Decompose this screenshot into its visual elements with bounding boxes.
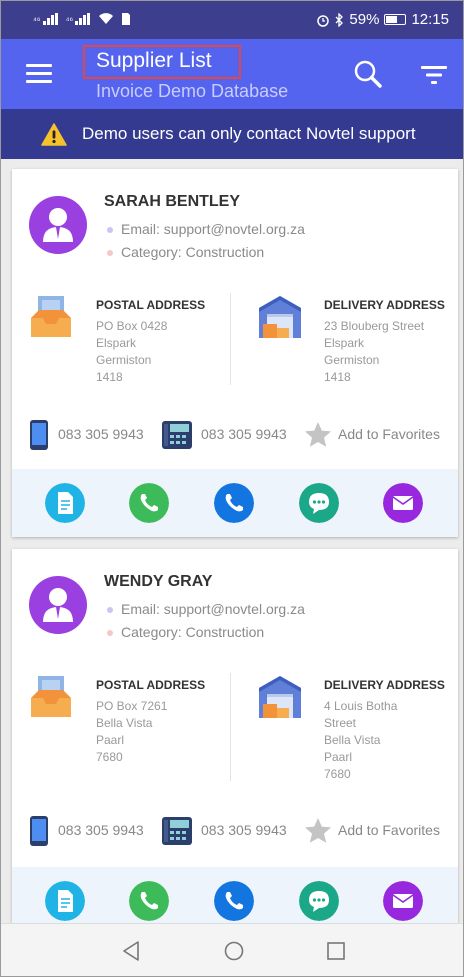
star-icon[interactable] bbox=[304, 817, 332, 845]
person-avatar-icon bbox=[29, 576, 87, 634]
warning-icon bbox=[41, 123, 67, 146]
back-icon[interactable] bbox=[122, 941, 140, 961]
home-icon[interactable] bbox=[224, 941, 244, 961]
inbox-tray-icon bbox=[31, 296, 71, 337]
mobile-phone-icon bbox=[30, 420, 48, 450]
desk-phone-icon bbox=[162, 421, 192, 449]
demo-banner: Demo users can only contact Novtel suppo… bbox=[1, 109, 463, 159]
add-to-favorites[interactable]: Add to Favorites bbox=[338, 426, 440, 442]
delivery-address: 4 Louis Botha Street Bella Vista Paarl 7… bbox=[324, 699, 398, 781]
warehouse-icon bbox=[259, 296, 301, 338]
postal-address-title: POSTAL ADDRESS bbox=[96, 678, 206, 692]
supplier-name: SARAH BENTLEY bbox=[104, 193, 241, 210]
landline-number[interactable]: 083 305 9943 bbox=[201, 426, 287, 442]
postal-address: PO Box 7261 Bella Vista Paarl 7680 bbox=[96, 699, 168, 764]
document-icon[interactable] bbox=[45, 483, 85, 523]
action-bar bbox=[12, 867, 458, 923]
supplier-email: Email: support@novtel.org.za bbox=[107, 601, 305, 617]
divider bbox=[230, 293, 231, 385]
delivery-address-title: DELIVERY ADDRESS bbox=[324, 298, 445, 312]
signal-icon: ⁴⁶ bbox=[66, 12, 91, 25]
postal-address: PO Box 0428 Elspark Germiston 1418 bbox=[96, 319, 168, 384]
chat-icon[interactable] bbox=[299, 483, 339, 523]
search-icon[interactable] bbox=[353, 59, 383, 89]
mail-icon[interactable] bbox=[383, 881, 423, 921]
supplier-category: Category: Construction bbox=[107, 624, 264, 640]
mobile-phone-icon bbox=[30, 816, 48, 846]
status-bar: ⁴⁶ ⁴⁶ 59% 12:15 bbox=[1, 1, 463, 39]
delivery-address-title: DELIVERY ADDRESS bbox=[324, 678, 445, 692]
star-icon[interactable] bbox=[304, 421, 332, 449]
delivery-address: 23 Blouberg Street Elspark Germiston 141… bbox=[324, 319, 425, 384]
supplier-email: Email: support@novtel.org.za bbox=[107, 221, 305, 237]
battery-percent: 59% bbox=[349, 11, 380, 28]
sim-icon bbox=[122, 12, 131, 25]
chat-icon[interactable] bbox=[299, 881, 339, 921]
postal-address-title: POSTAL ADDRESS bbox=[96, 298, 206, 312]
recents-icon[interactable] bbox=[327, 942, 345, 960]
mail-icon[interactable] bbox=[383, 483, 423, 523]
inbox-tray-icon bbox=[31, 676, 71, 717]
desk-phone-icon bbox=[162, 817, 192, 845]
contact-row: 083 305 9943 083 305 9943 Add to Favorit… bbox=[12, 419, 458, 450]
battery-icon bbox=[384, 14, 407, 25]
supplier-category: Category: Construction bbox=[107, 244, 264, 260]
phone-icon[interactable] bbox=[129, 483, 169, 523]
app-bar: Supplier List Invoice Demo Database bbox=[1, 39, 463, 109]
contact-row: 083 305 9943 083 305 9943 Add to Favorit… bbox=[12, 815, 458, 846]
call-icon[interactable] bbox=[214, 881, 254, 921]
banner-text: Demo users can only contact Novtel suppo… bbox=[82, 124, 416, 143]
person-avatar-icon bbox=[29, 196, 87, 254]
add-to-favorites[interactable]: Add to Favorites bbox=[338, 822, 440, 838]
warehouse-icon bbox=[259, 676, 301, 718]
clock: 12:15 bbox=[411, 11, 449, 28]
action-bar bbox=[12, 469, 458, 537]
phone-icon[interactable] bbox=[129, 881, 169, 921]
supplier-card[interactable]: SARAH BENTLEY Email: support@novtel.org.… bbox=[12, 169, 458, 537]
supplier-name: WENDY GRAY bbox=[104, 573, 213, 590]
alarm-icon bbox=[317, 14, 330, 27]
wifi-icon bbox=[99, 13, 114, 24]
call-icon[interactable] bbox=[214, 483, 254, 523]
mobile-number[interactable]: 083 305 9943 bbox=[58, 822, 144, 838]
mobile-number[interactable]: 083 305 9943 bbox=[58, 426, 144, 442]
system-nav-bar bbox=[1, 923, 463, 976]
signal-icon: ⁴⁶ bbox=[33, 12, 58, 25]
landline-number[interactable]: 083 305 9943 bbox=[201, 822, 287, 838]
divider bbox=[230, 673, 231, 781]
page-title: Supplier List bbox=[96, 49, 212, 72]
phone-screen: ⁴⁶ ⁴⁶ 59% 12:15 Supplier List Invoice De… bbox=[0, 0, 464, 977]
document-icon[interactable] bbox=[45, 881, 85, 921]
page-subtitle: Invoice Demo Database bbox=[96, 81, 289, 101]
supplier-card[interactable]: WENDY GRAY Email: support@novtel.org.za … bbox=[12, 549, 458, 923]
filter-icon[interactable] bbox=[421, 65, 447, 85]
menu-icon[interactable] bbox=[26, 64, 52, 84]
bluetooth-icon bbox=[335, 12, 344, 27]
